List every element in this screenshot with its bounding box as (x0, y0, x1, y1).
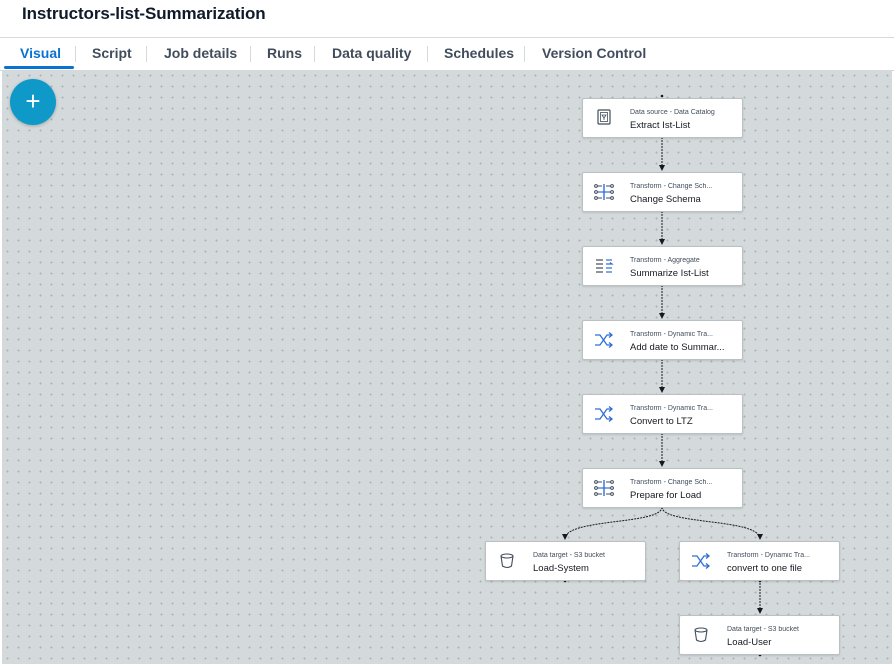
node-load-user[interactable]: Data target - S3 bucket Load-User (679, 615, 840, 655)
tab-divider (427, 46, 428, 62)
s3-bucket-icon (689, 624, 713, 646)
dynamic-transform-icon (689, 550, 713, 572)
node-name-label: Load-User (727, 637, 772, 648)
node-name-label: Summarize Ist-List (630, 268, 709, 279)
aggregate-icon (592, 255, 616, 277)
node-type-label: Data source - Data Catalog (630, 109, 715, 116)
node-type-label: Transform - Dynamic Tra... (727, 552, 810, 559)
node-load-system[interactable]: Data target - S3 bucket Load-System (485, 541, 646, 581)
tab-visual[interactable]: Visual (20, 38, 61, 69)
node-type-label: Transform - Dynamic Tra... (630, 331, 713, 338)
tab-runs[interactable]: Runs (267, 38, 302, 69)
node-type-label: Transform - Dynamic Tra... (630, 405, 713, 412)
tab-data-quality[interactable]: Data quality (332, 38, 411, 69)
change-schema-icon (592, 181, 616, 203)
s3-bucket-icon (495, 550, 519, 572)
node-type-label: Data target - S3 bucket (727, 626, 799, 633)
tab-bar: Visual Script Job details Runs Data qual… (0, 37, 894, 71)
node-summarize-ist-list[interactable]: Transform - Aggregate Summarize Ist-List (582, 246, 743, 286)
node-prepare-for-load[interactable]: Transform - Change Sch... Prepare for Lo… (582, 468, 743, 508)
tab-divider (314, 46, 315, 62)
visual-editor-canvas[interactable]: + Data source - Data Catalog Extract Ist… (2, 70, 892, 664)
node-type-label: Transform - Aggregate (630, 257, 700, 264)
active-tab-indicator (4, 66, 74, 69)
node-type-label: Transform - Change Sch... (630, 479, 713, 486)
node-convert-to-one-file[interactable]: Transform - Dynamic Tra... convert to on… (679, 541, 840, 581)
node-name-label: Prepare for Load (630, 490, 702, 501)
data-catalog-icon (592, 107, 616, 129)
tab-job-details[interactable]: Job details (164, 38, 237, 69)
tab-version-control[interactable]: Version Control (542, 38, 646, 69)
page-title: Instructors-list-Summarization (22, 4, 266, 23)
node-name-label: Change Schema (630, 194, 701, 205)
edge-prepare-to-convert-one-file (661, 506, 763, 540)
tab-divider (75, 46, 76, 62)
node-type-label: Data target - S3 bucket (533, 552, 605, 559)
tab-divider (524, 46, 525, 62)
node-type-label: Transform - Change Sch... (630, 183, 713, 190)
node-name-label: Extract Ist-List (630, 120, 691, 131)
tab-divider (250, 46, 251, 62)
node-add-date-to-summary[interactable]: Transform - Dynamic Tra... Add date to S… (582, 320, 743, 360)
change-schema-icon (592, 477, 616, 499)
node-name-label: Load-System (533, 563, 589, 574)
dynamic-transform-icon (592, 403, 616, 425)
node-change-schema[interactable]: Transform - Change Sch... Change Schema (582, 172, 743, 212)
edge-prepare-to-load-system (562, 506, 663, 540)
tab-divider (146, 46, 147, 62)
node-name-label: Add date to Summar... (630, 342, 725, 353)
tab-script[interactable]: Script (92, 38, 132, 69)
tab-schedules[interactable]: Schedules (444, 38, 514, 69)
node-name-label: Convert to LTZ (630, 416, 693, 427)
dynamic-transform-icon (592, 329, 616, 351)
node-extract-ist-list[interactable]: Data source - Data Catalog Extract Ist-L… (582, 98, 743, 138)
node-port (660, 94, 664, 98)
node-name-label: convert to one file (727, 563, 802, 574)
node-convert-to-ltz[interactable]: Transform - Dynamic Tra... Convert to LT… (582, 394, 743, 434)
